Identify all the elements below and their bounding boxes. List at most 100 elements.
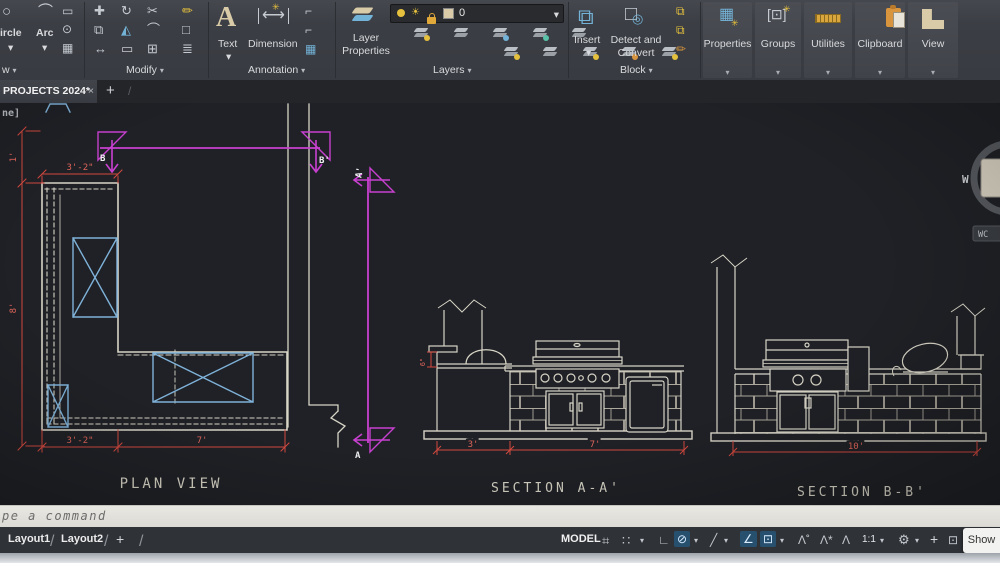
- detect-convert-button[interactable]: Detect andConvert: [606, 34, 666, 60]
- cleanscreen-icon[interactable]: ⊡: [948, 533, 958, 547]
- dimension-button[interactable]: Dimension: [248, 38, 298, 50]
- layer-tool-icon[interactable]: [454, 27, 469, 40]
- move-icon[interactable]: ✚: [94, 4, 105, 17]
- block-edit-icon[interactable]: ⧉: [676, 5, 685, 17]
- multileader-icon[interactable]: ⌐: [305, 24, 312, 36]
- rotate-icon[interactable]: ↻: [121, 4, 132, 17]
- annotation-visibility-icon[interactable]: Λ˚: [798, 533, 810, 547]
- current-layer-name: 0: [459, 7, 465, 19]
- snap-toggle-icon[interactable]: ∷: [622, 533, 630, 549]
- new-tab-icon[interactable]: +: [106, 82, 115, 99]
- section-bb-dim: 10': [848, 442, 864, 452]
- layer-properties-button[interactable]: LayerProperties: [340, 32, 392, 58]
- fillet-icon[interactable]: ⌒: [147, 23, 160, 36]
- explode-icon[interactable]: □: [182, 23, 190, 36]
- circle-icon[interactable]: ○: [2, 4, 11, 19]
- table-icon[interactable]: ▦: [305, 43, 316, 55]
- view-panel-button[interactable]: View ▾: [908, 2, 958, 78]
- leader-icon[interactable]: ⌐: [305, 5, 312, 17]
- customization-icon[interactable]: +: [930, 531, 938, 547]
- command-line[interactable]: pe a command: [0, 505, 1000, 527]
- annotation-autoscale-icon[interactable]: Λ*: [820, 533, 833, 547]
- new-layout-icon[interactable]: +: [116, 531, 124, 547]
- copy-icon[interactable]: ⧉: [94, 23, 103, 36]
- text-dropdown[interactable]: ▾: [226, 51, 231, 63]
- clipboard-panel-button[interactable]: Clipboard ▾: [855, 2, 905, 78]
- layer-on-icon: [397, 9, 405, 17]
- section-aa-title: SECTION A-A': [491, 481, 621, 496]
- drawing-canvas[interactable]: ne]: [0, 103, 1000, 505]
- offset-icon[interactable]: ≣: [182, 42, 193, 55]
- grid-toggle-icon[interactable]: ⌗: [602, 533, 609, 549]
- ellipse-icon[interactable]: ⊙: [62, 23, 72, 35]
- polar-tracking-icon[interactable]: ⊘: [674, 531, 690, 547]
- text-icon[interactable]: A: [216, 2, 236, 34]
- stretch-icon[interactable]: ↔: [94, 42, 107, 55]
- circle-dropdown[interactable]: ▾: [8, 42, 13, 54]
- ortho-toggle-icon[interactable]: ∟: [658, 533, 670, 547]
- close-tab-icon[interactable]: ×: [88, 80, 94, 103]
- layer-tool-icon[interactable]: [533, 27, 548, 40]
- section-bb-drawing: 10' SECTION B-B': [711, 255, 986, 500]
- modify-panel-label[interactable]: Modify ▾: [126, 64, 164, 76]
- rectangle-icon[interactable]: ▭: [62, 5, 73, 17]
- viewcube[interactable]: W WC: [962, 144, 1000, 241]
- viewport-control-fragment[interactable]: ne]: [2, 108, 20, 119]
- layers-panel-label[interactable]: Layers ▾: [433, 64, 471, 76]
- layout2-tab[interactable]: Layout2: [61, 533, 103, 545]
- snap-dropdown[interactable]: ▾: [640, 536, 644, 545]
- scale-dropdown[interactable]: ▾: [880, 536, 884, 545]
- section-line-bb: [98, 132, 330, 172]
- block-sync-icon[interactable]: ✏: [676, 43, 686, 55]
- insert-dropdown[interactable]: ▾: [586, 47, 591, 59]
- settings-dropdown[interactable]: ▾: [915, 536, 919, 545]
- text-button[interactable]: Text: [218, 38, 237, 50]
- arc-button[interactable]: Arc: [36, 27, 54, 39]
- show-tooltip-text: Show: [968, 534, 996, 546]
- layer-tool-icon[interactable]: [493, 27, 508, 40]
- settings-gear-icon[interactable]: ⚙: [898, 532, 910, 548]
- wcs-dropdown[interactable]: WC: [978, 230, 988, 240]
- plan-dim-left-upper: 1': [9, 152, 19, 163]
- layer-lock-icon: [427, 17, 436, 24]
- osnap-dropdown[interactable]: ▾: [780, 536, 784, 545]
- circle-button[interactable]: ircle: [0, 27, 22, 39]
- section-aa-dim-right: 7': [590, 440, 601, 450]
- block-attrib-icon[interactable]: ⧉: [676, 24, 685, 36]
- utilities-panel-button[interactable]: Utilities ▾: [804, 2, 852, 78]
- hatch-icon[interactable]: ▦: [62, 42, 73, 54]
- isodraft-dropdown[interactable]: ▾: [724, 536, 728, 545]
- annotation-panel-label[interactable]: Annotation ▾: [248, 64, 305, 76]
- trim-icon[interactable]: ✂: [147, 4, 158, 17]
- otrack-toggle-icon[interactable]: ∠: [740, 531, 757, 547]
- viewcube-west-label[interactable]: W: [962, 173, 969, 186]
- array-icon[interactable]: ⊞: [147, 42, 158, 55]
- layer-dropdown[interactable]: ☀ 0 ▾: [390, 4, 564, 23]
- panel-separator: [84, 2, 85, 78]
- mirror-icon[interactable]: ◭: [121, 23, 131, 36]
- annotation-scale-icon[interactable]: Λ: [842, 533, 850, 547]
- model-space-button[interactable]: MODEL: [561, 533, 601, 545]
- groups-panel-button[interactable]: [⊡] ✳ Groups ▾: [755, 2, 801, 78]
- isodraft-toggle-icon[interactable]: ╱: [710, 533, 717, 547]
- arc-icon[interactable]: ⌒: [38, 4, 53, 19]
- insert-button[interactable]: Insert: [574, 34, 600, 46]
- layer-tool-icon[interactable]: [414, 27, 429, 40]
- layer-dropdown-arrow[interactable]: ▾: [554, 9, 559, 21]
- draw-panel-label[interactable]: w ▾: [2, 64, 17, 76]
- drawing-tab[interactable]: PROJECTS 2024* ×: [0, 80, 97, 103]
- layout1-tab[interactable]: Layout1: [8, 533, 50, 545]
- annotation-scale-value[interactable]: 1:1: [862, 534, 876, 545]
- properties-panel-button[interactable]: ▦ ✳ Properties ▾: [703, 2, 752, 78]
- layer-tool-icon[interactable]: [543, 46, 558, 59]
- erase-icon[interactable]: ✏: [182, 4, 193, 17]
- polar-dropdown[interactable]: ▾: [694, 536, 698, 545]
- autocad-window: ○ ⌒ ircle Arc ▾ ▾ ▭ ⊙ ▦ w ▾ ✚ ↻ ✂ ✏ ⧉ ◭ …: [0, 0, 1000, 563]
- osnap-toggle-icon[interactable]: ⊡: [760, 531, 776, 547]
- scale-icon[interactable]: ▭: [121, 42, 133, 55]
- section-marker-b-prime: B': [319, 156, 330, 166]
- arc-dropdown[interactable]: ▾: [42, 42, 47, 54]
- block-panel-label[interactable]: Block ▾: [620, 64, 653, 76]
- plan-appliances: [48, 238, 253, 427]
- layer-tool-icon[interactable]: [504, 46, 519, 59]
